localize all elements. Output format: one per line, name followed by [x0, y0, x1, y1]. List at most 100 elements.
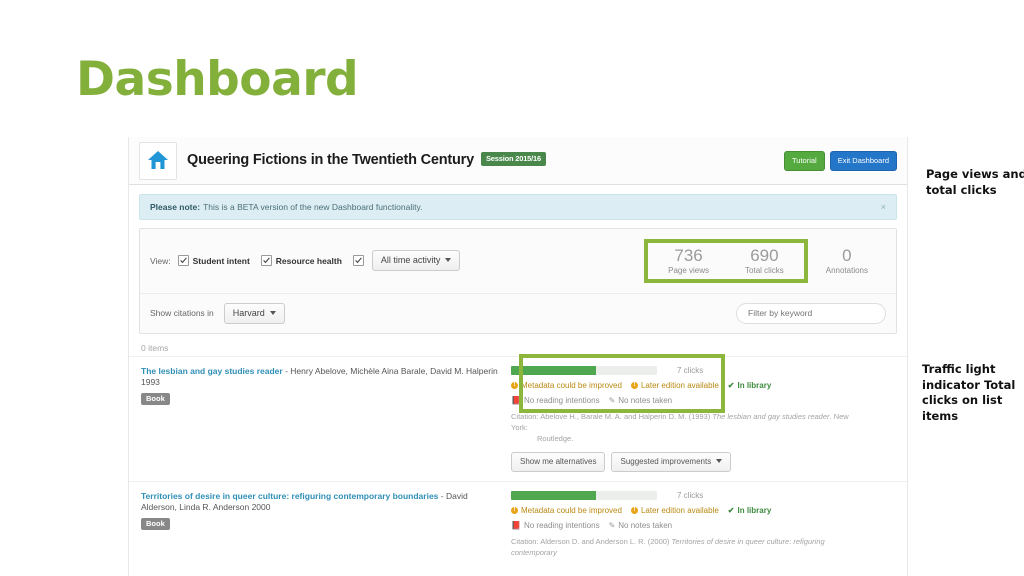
- citation-text: Citation: Abelove H., Barale M. A. and H…: [511, 411, 861, 445]
- session-badge: Session 2015/16: [481, 152, 546, 166]
- flag-notes-taken: ✎ No notes taken: [609, 396, 673, 405]
- check-icon: ✔: [727, 380, 735, 390]
- beta-notice: Please note: This is a BETA version of t…: [139, 194, 897, 220]
- warning-icon: !: [511, 506, 518, 514]
- pencil-icon: ✎: [608, 395, 616, 405]
- traffic-light-bar-fill: [511, 490, 596, 500]
- list-item-title-link[interactable]: The lesbian and gay studies reader: [141, 366, 283, 376]
- time-filter-label: All time activity: [380, 255, 441, 266]
- citation-title-italic: The lesbian and gay studies reader: [712, 411, 830, 421]
- traffic-light-bar: [511, 365, 657, 375]
- home-icon: [147, 150, 169, 172]
- citation-style-label: Show citations in: [150, 308, 214, 319]
- stat-annotations-value: 0: [842, 246, 852, 265]
- tutorial-button[interactable]: Tutorial: [783, 150, 825, 171]
- pencil-icon: ✎: [608, 520, 616, 530]
- traffic-light-bar: [511, 490, 657, 500]
- view-label: View:: [150, 255, 171, 266]
- flag-notes-taken-label: No notes taken: [618, 395, 673, 405]
- book-icon: 📕: [511, 395, 521, 405]
- checkbox-student-intent[interactable]: [177, 255, 189, 267]
- flag-metadata-improve[interactable]: ! Metadata could be improved: [511, 381, 622, 390]
- stat-annotations: 0 Annotations: [808, 247, 886, 275]
- flag-in-library: ✔ In library: [728, 506, 772, 515]
- annotation-page-views: Page views and total clicks: [926, 167, 1024, 197]
- resource-type-badge: Book: [141, 517, 170, 530]
- notice-text: This is a BETA version of the new Dashbo…: [203, 202, 423, 212]
- flag-later-edition-label: Later edition available: [640, 505, 719, 515]
- clicks-count-label: 7 clicks: [677, 365, 704, 375]
- flag-in-library-label: In library: [737, 505, 772, 515]
- citation-label: Citation:: [511, 536, 539, 546]
- flag-metadata-improve[interactable]: ! Metadata could be improved: [511, 506, 622, 515]
- chevron-down-icon: [269, 310, 276, 315]
- flag-in-library-label: In library: [737, 380, 772, 390]
- check-icon: ✔: [727, 505, 735, 515]
- course-title-text: Queering Fictions in the Twentieth Centu…: [187, 152, 474, 168]
- citation-part-3: Routledge.: [537, 434, 574, 444]
- usage-flags: 📕 No reading intentions ✎ No notes taken: [511, 396, 895, 405]
- clicks-count-label: 7 clicks: [677, 490, 704, 500]
- flag-metadata-improve-label: Metadata could be improved: [521, 505, 622, 515]
- list-item[interactable]: Territories of desire in queer culture: …: [129, 480, 907, 566]
- checkbox-student-intent-label: Student intent: [192, 255, 250, 266]
- list-item-title-link[interactable]: Territories of desire in queer culture: …: [141, 491, 438, 501]
- course-title: Queering Fictions in the Twentieth Centu…: [187, 152, 546, 169]
- citation-style-dropdown[interactable]: Harvard: [223, 302, 285, 324]
- suggested-improvements-label: Suggested improvements: [620, 456, 712, 466]
- stat-total-clicks-label: Total clicks: [745, 265, 784, 275]
- chevron-down-icon: [716, 459, 723, 464]
- item-actions: Show me alternatives Suggested improveme…: [511, 451, 895, 472]
- book-icon: 📕: [511, 520, 521, 530]
- citation-part-1: Alderson D. and Anderson L. R. (2000): [540, 536, 672, 546]
- chevron-down-icon: [445, 258, 452, 263]
- health-flags: ! Metadata could be improved ! Later edi…: [511, 506, 895, 515]
- dashboard-app-screenshot: Queering Fictions in the Twentieth Centu…: [128, 137, 908, 576]
- stat-total-clicks-value: 690: [750, 246, 779, 265]
- flag-later-edition[interactable]: ! Later edition available: [630, 505, 719, 515]
- flag-reading-intentions: 📕 No reading intentions: [511, 521, 600, 530]
- show-alternatives-button[interactable]: Show me alternatives: [511, 451, 606, 472]
- page-title: Dashboard: [76, 52, 359, 107]
- list-item[interactable]: The lesbian and gay studies reader - Hen…: [129, 353, 907, 481]
- flag-notes-taken-label: No notes taken: [618, 520, 673, 530]
- filter-keyword-input[interactable]: [736, 302, 886, 324]
- close-icon[interactable]: ×: [881, 202, 886, 212]
- stat-page-views-value: 736: [674, 246, 703, 265]
- checkbox-resource-health[interactable]: [260, 255, 272, 267]
- clicks-bar-row: 7 clicks: [511, 365, 895, 375]
- flag-later-edition[interactable]: ! Later edition available: [630, 381, 719, 390]
- view-options-row: View: Student intent Resource health All…: [140, 229, 896, 294]
- resource-type-badge: Book: [141, 392, 170, 405]
- flag-reading-intentions-label: No reading intentions: [523, 520, 600, 530]
- flag-reading-intentions-label: No reading intentions: [523, 395, 600, 405]
- stat-page-views: 736 Page views: [650, 247, 727, 275]
- citation-part-1: Abelove H., Barale M. A. and Halperin D.…: [540, 411, 713, 421]
- slide-canvas: Dashboard Queering Fictions in the Twent…: [0, 0, 1024, 576]
- flag-reading-intentions: 📕 No reading intentions: [511, 396, 600, 405]
- suggested-improvements-button[interactable]: Suggested improvements: [611, 451, 732, 472]
- warning-icon: !: [630, 381, 638, 389]
- usage-flags: 📕 No reading intentions ✎ No notes taken: [511, 521, 895, 530]
- citation-text: Citation: Alderson D. and Anderson L. R.…: [511, 536, 861, 559]
- list-item-title-line: Territories of desire in queer culture: …: [141, 491, 501, 514]
- items-count: 0 items: [141, 342, 169, 353]
- traffic-light-bar-fill: [511, 365, 596, 375]
- app-header: Queering Fictions in the Twentieth Centu…: [129, 137, 907, 185]
- time-filter-dropdown[interactable]: All time activity: [371, 250, 461, 272]
- stats-highlight-box: 736 Page views 690 Total clicks: [644, 239, 808, 283]
- citation-label: Citation:: [511, 411, 539, 421]
- stats-group: 736 Page views 690 Total clicks 0 Annota…: [644, 239, 886, 283]
- stat-page-views-label: Page views: [668, 265, 710, 275]
- list-item-info: Territories of desire in queer culture: …: [141, 491, 511, 566]
- flag-metadata-improve-label: Metadata could be improved: [521, 380, 622, 390]
- flag-in-library: ✔ In library: [728, 381, 772, 390]
- home-button[interactable]: [139, 141, 177, 180]
- stat-total-clicks: 690 Total clicks: [727, 247, 802, 275]
- flag-notes-taken: ✎ No notes taken: [609, 521, 673, 530]
- checkbox-third-option[interactable]: [352, 255, 364, 267]
- warning-icon: !: [630, 506, 638, 514]
- stat-annotations-label: Annotations: [825, 265, 868, 275]
- warning-icon: !: [511, 381, 518, 389]
- exit-dashboard-button[interactable]: Exit Dashboard: [829, 150, 897, 171]
